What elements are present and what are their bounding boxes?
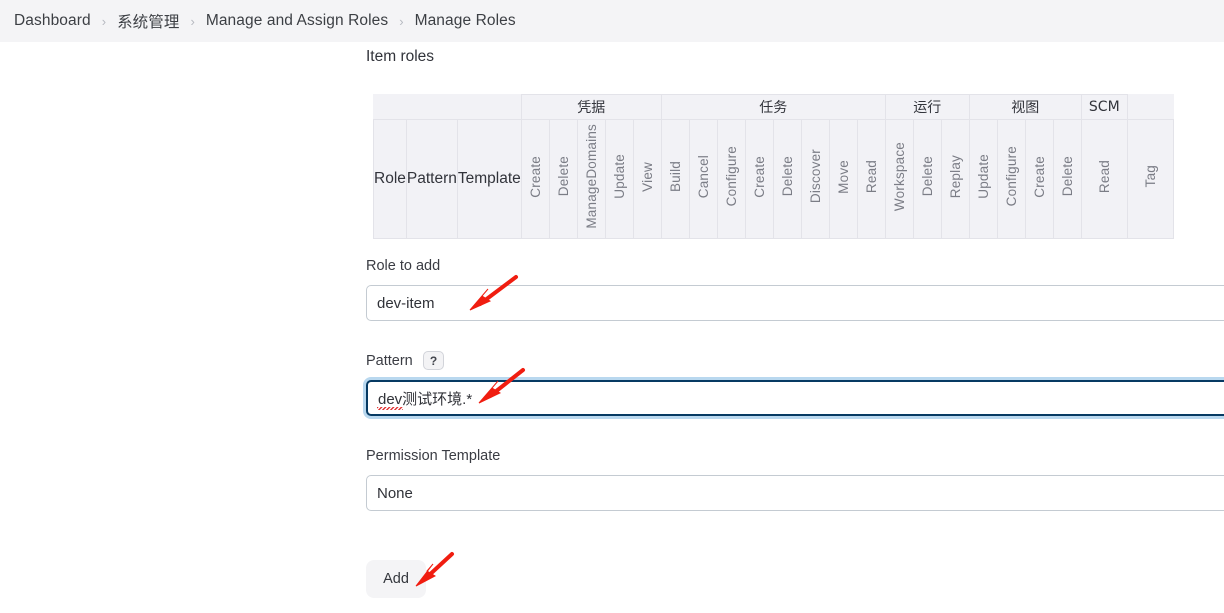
pattern-input[interactable] bbox=[366, 380, 1224, 416]
matrix-col-label: Update bbox=[611, 154, 627, 199]
role-to-add-label: Role to add bbox=[366, 258, 441, 274]
matrix-col-view-configure: Configure bbox=[996, 119, 1026, 239]
matrix-col-label: Workspace bbox=[891, 141, 907, 212]
matrix-group-header-row: 凭据 任务 运行 视图 SCM bbox=[373, 94, 1174, 120]
matrix-col-label: Delete bbox=[555, 156, 571, 197]
matrix-col-label: Configure bbox=[723, 146, 739, 207]
matrix-col-label: Read bbox=[863, 159, 879, 194]
matrix-col-label: Cancel bbox=[695, 154, 711, 199]
matrix-col-label: Delete bbox=[779, 156, 795, 197]
permission-template-select[interactable] bbox=[366, 475, 1224, 511]
add-button[interactable]: Add bbox=[366, 560, 426, 598]
matrix-col-label: Tag bbox=[1142, 165, 1158, 188]
matrix-col-credentials-view: View bbox=[632, 119, 662, 239]
matrix-col-job-configure: Configure bbox=[716, 119, 746, 239]
matrix-col-view-create: Create bbox=[1024, 119, 1054, 239]
matrix-col-label: View bbox=[639, 161, 655, 192]
breadcrumb-separator-icon: › bbox=[190, 13, 195, 29]
matrix-col-job-read: Read bbox=[856, 119, 886, 239]
matrix-col-job-delete: Delete bbox=[772, 119, 802, 239]
matrix-group-spacer bbox=[373, 94, 522, 120]
matrix-group-job: 任务 bbox=[660, 94, 886, 120]
matrix-col-view-read: Read bbox=[1080, 119, 1128, 239]
matrix-col-label: Delete bbox=[919, 156, 935, 197]
matrix-col-label: Create bbox=[527, 155, 543, 198]
pattern-label: Pattern bbox=[366, 353, 413, 369]
matrix-col-job-workspace: Workspace bbox=[884, 119, 914, 239]
matrix-group-run: 运行 bbox=[884, 94, 970, 120]
breadcrumb-separator-icon: › bbox=[399, 13, 404, 29]
breadcrumb: Dashboard › 系统管理 › Manage and Assign Rol… bbox=[0, 0, 1224, 42]
matrix-header-template: Template bbox=[456, 119, 522, 239]
matrix-col-job-move: Move bbox=[828, 119, 858, 239]
matrix-col-label: Delete bbox=[1059, 156, 1075, 197]
page-root: Dashboard › 系统管理 › Manage and Assign Rol… bbox=[0, 0, 1224, 613]
matrix-header-pattern: Pattern bbox=[405, 119, 458, 239]
matrix-col-label: Read bbox=[1096, 159, 1112, 194]
item-roles-matrix: 凭据 任务 运行 视图 SCM Role Pattern Template Cr… bbox=[373, 94, 1174, 239]
breadcrumb-item-manage-roles[interactable]: Manage Roles bbox=[415, 12, 516, 30]
matrix-col-job-cancel: Cancel bbox=[688, 119, 718, 239]
question-mark-icon[interactable]: ? bbox=[423, 351, 444, 370]
matrix-column-header-row: Role Pattern Template Create Delete Mana… bbox=[373, 119, 1174, 239]
matrix-col-label: Replay bbox=[947, 154, 963, 199]
matrix-col-run-delete: Delete bbox=[912, 119, 942, 239]
matrix-col-run-replay: Replay bbox=[940, 119, 970, 239]
breadcrumb-item-dashboard[interactable]: Dashboard bbox=[14, 12, 91, 30]
matrix-col-job-discover: Discover bbox=[800, 119, 830, 239]
matrix-group-scm: SCM bbox=[1080, 94, 1128, 120]
matrix-group-credentials: 凭据 bbox=[520, 94, 662, 120]
matrix-col-credentials-delete: Delete bbox=[548, 119, 578, 239]
matrix-col-credentials-create: Create bbox=[520, 119, 550, 239]
matrix-col-scm-tag: Tag bbox=[1126, 119, 1174, 239]
breadcrumb-separator-icon: › bbox=[101, 13, 107, 29]
matrix-col-credentials-managedomains: ManageDomains bbox=[576, 119, 606, 239]
matrix-col-label: Discover bbox=[807, 149, 823, 204]
matrix-col-job-build: Build bbox=[660, 119, 690, 239]
permission-template-label: Permission Template bbox=[366, 448, 501, 464]
matrix-col-job-create: Create bbox=[744, 119, 774, 239]
page-title: Item roles bbox=[366, 48, 435, 65]
matrix-col-label: ManageDomains bbox=[583, 124, 599, 229]
spellcheck-underline bbox=[377, 407, 403, 410]
matrix-col-label: Update bbox=[975, 154, 991, 199]
matrix-col-view-delete: Delete bbox=[1052, 119, 1082, 239]
breadcrumb-item-manage-and-assign-roles[interactable]: Manage and Assign Roles bbox=[206, 12, 388, 30]
matrix-header-role: Role bbox=[373, 119, 407, 239]
matrix-group-view: 视图 bbox=[968, 94, 1082, 120]
matrix-col-credentials-update: Update bbox=[604, 119, 634, 239]
matrix-col-label: Build bbox=[667, 160, 683, 193]
role-to-add-input[interactable] bbox=[366, 285, 1224, 321]
breadcrumb-item-system-management[interactable]: 系统管理 bbox=[117, 10, 179, 32]
matrix-col-label: Create bbox=[751, 155, 767, 198]
matrix-col-label: Move bbox=[835, 159, 851, 194]
matrix-col-label: Create bbox=[1031, 155, 1047, 198]
matrix-col-run-update: Update bbox=[968, 119, 998, 239]
matrix-col-label: Configure bbox=[1003, 146, 1019, 207]
